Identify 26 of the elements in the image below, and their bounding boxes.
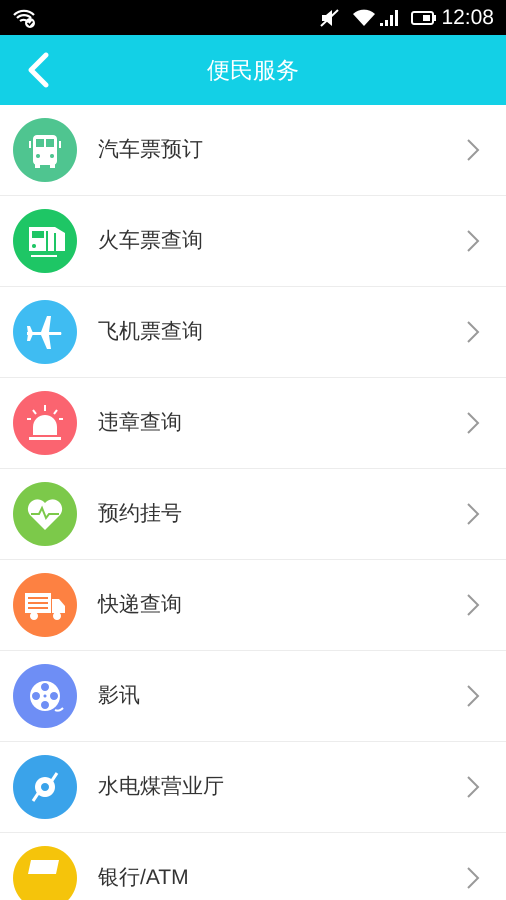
item-label: 预约挂号: [98, 501, 183, 528]
item-label: 银行/ATM: [98, 865, 190, 892]
item-label: 快递查询: [98, 592, 183, 618]
page-title: 便民服务: [207, 56, 299, 85]
mute-icon: [319, 8, 342, 28]
chevron-icon: [466, 411, 480, 435]
chevron-icon: [466, 138, 480, 162]
chevron-icon: [466, 593, 480, 617]
chevron-icon: [466, 775, 480, 799]
item-label: 汽车票预订: [98, 137, 204, 164]
signal-icon: [379, 8, 400, 26]
chevron-icon: [466, 229, 480, 253]
wifi-icon: [353, 8, 376, 26]
battery-icon: [411, 10, 438, 26]
chevron-icon: [466, 866, 480, 890]
item-label: 违章查询: [98, 410, 183, 436]
clock-time: 12:08: [441, 4, 494, 31]
item-label: 火车票查询: [98, 228, 204, 254]
chevron-icon: [466, 684, 480, 708]
item-label: 水电煤营业厅: [98, 774, 225, 800]
back-icon: [27, 52, 49, 88]
chevron-icon: [466, 320, 480, 344]
item-label: 影讯: [98, 683, 141, 710]
wifi-check-icon: [12, 8, 38, 28]
item-label: 飞机票查询: [98, 319, 204, 346]
chevron-icon: [466, 502, 480, 526]
